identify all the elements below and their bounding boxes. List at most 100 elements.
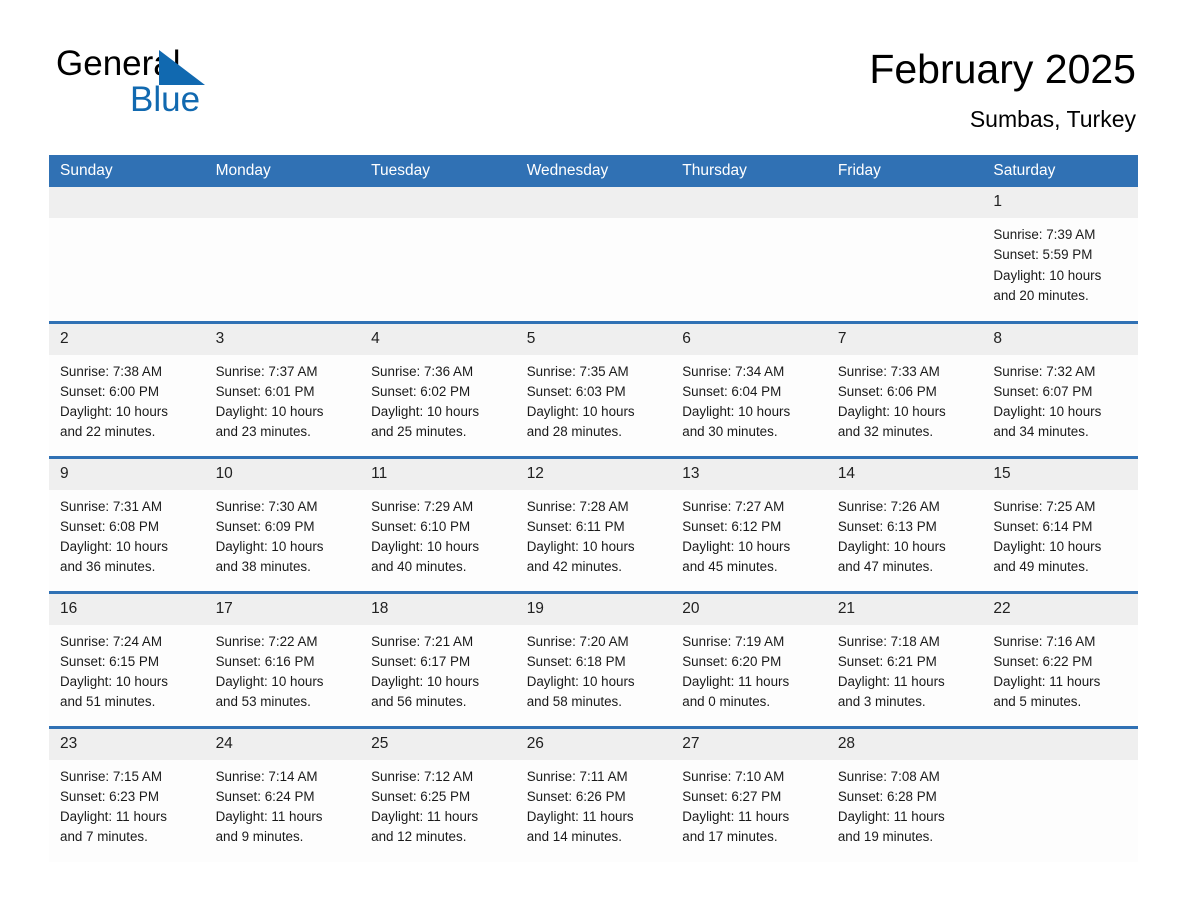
daylight-duration-line1: Daylight: 10 hours <box>837 404 946 420</box>
daylight-duration-line2: and 56 minutes. <box>371 694 467 710</box>
sunrise-time: Sunrise: 7:10 AM <box>682 768 785 784</box>
calendar-day-cell[interactable]: 14 Sunrise: 7:26 AM Sunset: 6:13 PM Dayligh… <box>826 455 983 592</box>
sunrise-time: Sunrise: 7:16 AM <box>993 633 1096 649</box>
logo-triangle-icon <box>159 50 205 85</box>
sunset-time: Sunset: 6:04 PM <box>682 383 782 399</box>
calendar-day-cell[interactable]: 10 Sunrise: 7:30 AM Sunset: 6:09 PM Dayligh… <box>204 455 361 592</box>
calendar-day-cell[interactable]: 20 Sunrise: 7:19 AM Sunset: 6:20 PM Dayligh… <box>671 590 827 727</box>
daylight-duration-line1: Daylight: 11 hours <box>215 809 323 825</box>
sunset-time: Sunset: 6:06 PM <box>837 383 937 399</box>
sunrise-time: Sunrise: 7:18 AM <box>837 633 940 649</box>
sunrise-time: Sunrise: 7:19 AM <box>682 633 785 649</box>
sunset-time: Sunset: 6:21 PM <box>837 653 937 669</box>
daylight-duration-line1: Daylight: 10 hours <box>371 674 480 690</box>
calendar-day-cell[interactable]: 4 Sunrise: 7:36 AM Sunset: 6:02 PM Daylight… <box>360 320 516 457</box>
sunset-time: Sunset: 6:23 PM <box>60 788 159 804</box>
sunrise-time: Sunrise: 7:34 AM <box>682 363 785 379</box>
page-title: February 2025 <box>869 46 1136 92</box>
day-number: 22 <box>982 593 1138 625</box>
calendar-day-cell[interactable]: 2 Sunrise: 7:38 AM Sunset: 6:00 PM Daylight… <box>49 320 205 457</box>
daylight-duration-line2: and 9 minutes. <box>215 829 304 845</box>
sunset-time: Sunset: 6:25 PM <box>371 788 471 804</box>
day-number: 18 <box>360 593 516 625</box>
calendar-day-cell[interactable]: 13 Sunrise: 7:27 AM Sunset: 6:12 PM Dayligh… <box>671 455 827 592</box>
calendar-day-cell[interactable]: 15 Sunrise: 7:25 AM Sunset: 6:14 PM Dayligh… <box>982 455 1138 592</box>
daylight-duration-line2: and 58 minutes. <box>526 694 622 710</box>
sunrise-time: Sunrise: 7:33 AM <box>837 363 940 379</box>
daylight-duration-line2: and 20 minutes. <box>993 287 1089 303</box>
sunset-time: Sunset: 5:59 PM <box>993 247 1093 263</box>
calendar-week-row: 9 Sunrise: 7:31 AM Sunset: 6:08 PM Daylight… <box>49 455 1138 592</box>
calendar-day-cell[interactable]: 12 Sunrise: 7:28 AM Sunset: 6:11 PM Dayligh… <box>515 455 672 592</box>
sunset-time: Sunset: 6:26 PM <box>526 788 626 804</box>
calendar-day-cell[interactable]: 27 Sunrise: 7:10 AM Sunset: 6:27 PM Dayligh… <box>671 725 827 862</box>
calendar-day-cell[interactable]: 9 Sunrise: 7:31 AM Sunset: 6:08 PM Daylight… <box>49 455 205 592</box>
calendar-day-cell-empty <box>515 187 672 322</box>
sunset-time: Sunset: 6:18 PM <box>526 653 626 669</box>
calendar-day-cell[interactable]: 26 Sunrise: 7:11 AM Sunset: 6:26 PM Dayligh… <box>515 725 672 862</box>
daylight-duration-line1: Daylight: 11 hours <box>837 674 945 690</box>
calendar-day-cell[interactable]: 21 Sunrise: 7:18 AM Sunset: 6:21 PM Dayligh… <box>826 590 983 727</box>
calendar-day-cell[interactable]: 1 Sunrise: 7:39 AM Sunset: 5:59 PM Daylight… <box>982 187 1138 322</box>
day-sun-info: Sunrise: 7:33 AM Sunset: 6:06 PM Daylight:… <box>827 355 983 443</box>
daylight-duration-line2: and 32 minutes. <box>837 424 934 440</box>
calendar-day-cell[interactable]: 22 Sunrise: 7:16 AM Sunset: 6:22 PM Dayligh… <box>982 590 1138 727</box>
daylight-duration-line2: and 3 minutes. <box>837 694 926 710</box>
daylight-duration-line2: and 5 minutes. <box>993 694 1082 710</box>
calendar-day-cell[interactable]: 18 Sunrise: 7:21 AM Sunset: 6:17 PM Dayligh… <box>360 590 516 727</box>
weekday-header-monday: Monday <box>204 155 361 187</box>
day-sun-info: Sunrise: 7:26 AM Sunset: 6:13 PM Daylight:… <box>827 490 983 578</box>
daylight-duration-line1: Daylight: 11 hours <box>837 809 945 825</box>
daylight-duration-line1: Daylight: 11 hours <box>371 809 479 825</box>
calendar-day-cell[interactable]: 19 Sunrise: 7:20 AM Sunset: 6:18 PM Dayligh… <box>515 590 672 727</box>
sunrise-time: Sunrise: 7:21 AM <box>371 633 474 649</box>
generalblue-logo[interactable]: General Blue <box>56 44 276 120</box>
sunset-time: Sunset: 6:10 PM <box>371 518 471 534</box>
calendar-week-row: 23 Sunrise: 7:15 AM Sunset: 6:23 PM Dayligh… <box>49 725 1138 862</box>
calendar-day-cell[interactable]: 28 Sunrise: 7:08 AM Sunset: 6:28 PM Dayligh… <box>826 725 983 862</box>
daylight-duration-line2: and 53 minutes. <box>215 694 311 710</box>
calendar-day-cell[interactable]: 6 Sunrise: 7:34 AM Sunset: 6:04 PM Daylight… <box>671 320 827 457</box>
daylight-duration-line1: Daylight: 10 hours <box>526 404 635 420</box>
daylight-duration-line2: and 23 minutes. <box>215 424 311 440</box>
daylight-duration-line2: and 17 minutes. <box>682 829 778 845</box>
calendar-day-cell[interactable]: 5 Sunrise: 7:35 AM Sunset: 6:03 PM Daylight… <box>515 320 672 457</box>
calendar-day-cell[interactable]: 24 Sunrise: 7:14 AM Sunset: 6:24 PM Dayligh… <box>204 725 361 862</box>
daylight-duration-line1: Daylight: 10 hours <box>993 539 1102 555</box>
calendar-day-cell[interactable]: 8 Sunrise: 7:32 AM Sunset: 6:07 PM Daylight… <box>982 320 1138 457</box>
sunset-time: Sunset: 6:02 PM <box>371 383 471 399</box>
day-number: 27 <box>671 728 827 760</box>
day-number: 19 <box>515 593 672 625</box>
day-number <box>49 187 205 218</box>
daylight-duration-line2: and 19 minutes. <box>837 829 934 845</box>
daylight-duration-line2: and 25 minutes. <box>371 424 467 440</box>
daylight-duration-line2: and 28 minutes. <box>526 424 622 440</box>
weekday-header-sunday: Sunday <box>49 155 205 187</box>
day-sun-info: Sunrise: 7:12 AM Sunset: 6:25 PM Daylight:… <box>360 760 516 848</box>
daylight-duration-line2: and 12 minutes. <box>371 829 467 845</box>
day-number: 23 <box>49 728 205 760</box>
sunrise-time: Sunrise: 7:22 AM <box>215 633 318 649</box>
sunset-time: Sunset: 6:13 PM <box>837 518 937 534</box>
sunrise-time: Sunrise: 7:12 AM <box>371 768 474 784</box>
calendar-day-cell[interactable]: 23 Sunrise: 7:15 AM Sunset: 6:23 PM Dayligh… <box>49 725 205 862</box>
calendar-day-cell[interactable]: 25 Sunrise: 7:12 AM Sunset: 6:25 PM Dayligh… <box>360 725 516 862</box>
day-number: 20 <box>671 593 827 625</box>
sunset-time: Sunset: 6:28 PM <box>837 788 937 804</box>
day-number: 11 <box>360 458 516 490</box>
calendar-day-cell[interactable]: 17 Sunrise: 7:22 AM Sunset: 6:16 PM Dayligh… <box>204 590 361 727</box>
day-number: 25 <box>360 728 516 760</box>
calendar-day-cell-empty <box>49 187 205 322</box>
calendar-day-cell-empty <box>360 187 516 322</box>
sunrise-time: Sunrise: 7:27 AM <box>682 498 785 514</box>
calendar-day-cell[interactable]: 16 Sunrise: 7:24 AM Sunset: 6:15 PM Dayligh… <box>49 590 205 727</box>
day-number <box>515 187 672 218</box>
daylight-duration-line2: and 38 minutes. <box>215 559 311 575</box>
calendar-day-cell[interactable]: 11 Sunrise: 7:29 AM Sunset: 6:10 PM Dayligh… <box>360 455 516 592</box>
sunset-time: Sunset: 6:16 PM <box>215 653 315 669</box>
day-sun-info: Sunrise: 7:22 AM Sunset: 6:16 PM Daylight:… <box>205 625 361 713</box>
calendar-day-cell[interactable]: 3 Sunrise: 7:37 AM Sunset: 6:01 PM Daylight… <box>204 320 361 457</box>
daylight-duration-line1: Daylight: 10 hours <box>682 404 791 420</box>
sunrise-time: Sunrise: 7:38 AM <box>60 363 162 379</box>
calendar-day-cell[interactable]: 7 Sunrise: 7:33 AM Sunset: 6:06 PM Daylight… <box>826 320 983 457</box>
